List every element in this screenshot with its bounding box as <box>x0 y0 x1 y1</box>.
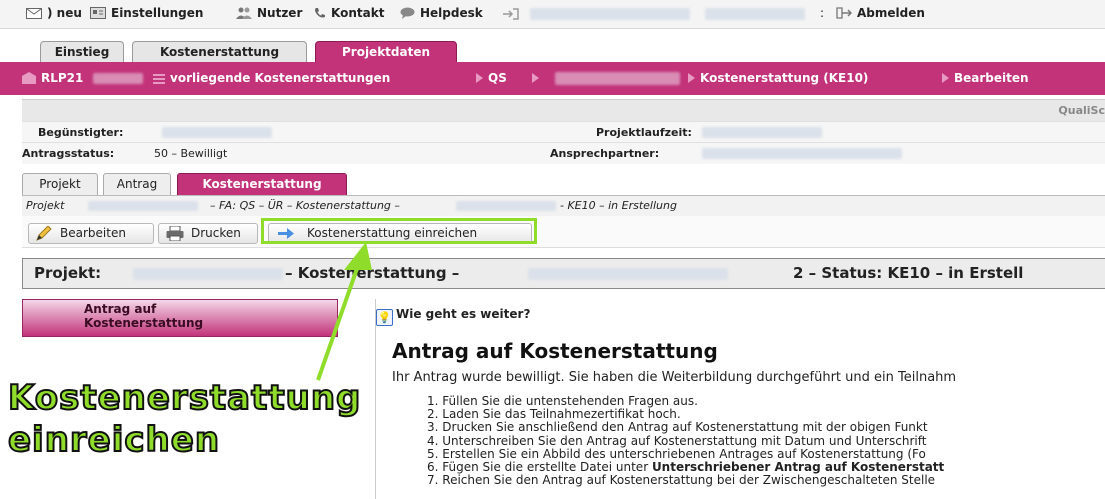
users-icon <box>236 7 252 19</box>
hint-label: Wie geht es weiter? <box>396 307 531 321</box>
list-item: 7. Reichen Sie den Antrag auf Kostenerst… <box>427 473 936 488</box>
phone-icon <box>315 8 325 18</box>
nav-helpdesk-label: Helpdesk <box>420 6 483 20</box>
breadcrumb-status: - KE10 – in Erstellung <box>560 199 677 212</box>
redacted-beguenstigter <box>162 127 272 138</box>
breadcrumb-middle: – FA: QS – ÜR – Kostenerstattung – <box>210 199 400 212</box>
sidebar-button-label: Antrag auf Kostenerstattung <box>84 302 203 330</box>
project-info: QualiSc Begünstigter: Projektlaufzeit: A… <box>22 99 1105 165</box>
antragsstatus-value: 50 – Bewilligt <box>154 147 228 160</box>
breadcrumb-project: Projekt <box>26 199 65 212</box>
project-bar: RLP21 vorliegende Kostenerstattungen QS … <box>0 62 1105 95</box>
annotation-text: Kostenerstattung einreichen <box>7 377 362 461</box>
status-heading: Projekt: – Kostenerstattung – 2 – Status… <box>22 258 1105 289</box>
nav-messages-label: ) neu <box>47 6 82 20</box>
qs-link[interactable]: QS <box>476 71 507 85</box>
project-link[interactable]: RLP21 <box>22 71 83 85</box>
sidebar-antrag-button[interactable]: Antrag auf Kostenerstattung <box>22 299 338 337</box>
tab-projektdaten[interactable]: Projektdaten <box>315 41 457 63</box>
qs-label: QS <box>488 71 507 85</box>
project-label: RLP21 <box>41 71 84 85</box>
redacted-username <box>530 8 690 20</box>
redacted-project-id <box>93 73 143 84</box>
nav-nutzer-label: Nutzer <box>257 6 303 20</box>
print-button[interactable]: Drucken <box>158 223 258 244</box>
logout-link[interactable]: Abmelden <box>836 6 925 20</box>
nav-einstellungen[interactable]: Einstellungen <box>90 6 203 20</box>
edit-button[interactable]: Bearbeiten <box>28 223 154 244</box>
current-ke-label: Kostenerstattung (KE10) <box>700 71 869 85</box>
list-item: 3. Drucken Sie anschließend den Antrag a… <box>427 420 928 435</box>
subtab-projekt[interactable]: Projekt <box>22 173 98 195</box>
redacted-status-project <box>133 268 283 280</box>
info-row-1: Begünstigter: Projektlaufzeit: <box>22 121 1105 143</box>
status-project: Projekt: <box>34 264 102 282</box>
top-navigation: ) neu Einstellungen Nutzer Kontakt Helpd… <box>0 0 1105 29</box>
next-steps-hint[interactable]: 💡 Wie geht es weiter? <box>376 307 530 326</box>
status-end: 2 – Status: KE10 – in Erstell <box>793 264 1024 282</box>
settings-icon <box>90 7 106 19</box>
redacted-organisation <box>705 8 805 20</box>
arrow-icon <box>476 73 483 83</box>
subtab-antrag[interactable]: Antrag <box>103 173 171 195</box>
projektlaufzeit-label: Projektlaufzeit: <box>596 126 692 139</box>
lightbulb-icon: 💡 <box>376 309 393 326</box>
record-breadcrumb: Projekt – FA: QS – ÜR – Kostenerstattung… <box>22 195 1105 217</box>
redacted-course-name <box>555 72 680 85</box>
nav-kontakt[interactable]: Kontakt <box>314 6 384 20</box>
tab-kostenerstattung[interactable]: Kostenerstattung <box>132 41 307 63</box>
ansprechpartner-label: Ansprechpartner: <box>550 147 660 160</box>
edit-label: Bearbeiten <box>954 71 1029 85</box>
current-ke-link[interactable]: Kostenerstattung (KE10) <box>688 71 868 85</box>
tab-einstieg[interactable]: Einstieg <box>40 41 124 63</box>
logout-label: Abmelden <box>857 6 925 20</box>
edit-link[interactable]: Bearbeiten <box>942 71 1029 85</box>
nav-einstellungen-label: Einstellungen <box>111 6 204 20</box>
redacted-project-number <box>88 201 198 211</box>
redacted-status-ke <box>528 268 728 280</box>
redacted-laufzeit <box>702 127 822 138</box>
pencil-icon <box>36 226 52 241</box>
step6-text: 6. Fügen Sie die erstellte Datei unter <box>427 459 652 474</box>
annotation-line2: einreichen <box>7 419 221 461</box>
print-button-label: Drucken <box>191 226 241 240</box>
sidebar-button-line2: Kostenerstattung <box>84 316 204 330</box>
qs-title: QualiSc <box>1058 104 1105 117</box>
chat-icon <box>400 7 415 19</box>
beguenstigter-label: Begünstigter: <box>38 126 124 139</box>
printer-icon <box>166 226 184 241</box>
arrow-icon <box>942 73 949 83</box>
list-icon <box>153 74 165 84</box>
arrow-icon <box>688 73 695 83</box>
list-label: vorliegende Kostenerstattungen <box>170 71 391 85</box>
redacted-ke-number <box>456 201 556 211</box>
nav-messages[interactable]: ) neu <box>26 6 82 20</box>
edit-button-label: Bearbeiten <box>60 226 126 240</box>
building-icon <box>22 72 36 84</box>
sidebar-button-line1: Antrag auf <box>84 302 157 316</box>
step6-bold: Unterschriebener Antrag auf Kostenerstat… <box>651 459 945 474</box>
info-row-2: Antragsstatus: 50 – Bewilligt Ansprechpa… <box>22 142 1105 164</box>
action-toolbar: Bearbeiten Drucken Kostenerstattung einr… <box>22 216 1105 248</box>
antragsstatus-label: Antragsstatus: <box>22 147 115 160</box>
nav-helpdesk[interactable]: Helpdesk <box>400 6 483 20</box>
mail-icon <box>26 8 42 19</box>
intro-text: Ihr Antrag wurde bewilligt. Sie haben di… <box>392 370 957 385</box>
login-icon <box>503 8 519 20</box>
main-content: 💡 Wie geht es weiter? Antrag auf Kostener… <box>375 299 1105 499</box>
annotation-line1: Kostenerstattung <box>7 377 362 419</box>
subtab-kostenerstattung[interactable]: Kostenerstattung <box>177 173 347 195</box>
steps-list: 1. Füllen Sie die untenstehenden Fragen … <box>427 394 945 488</box>
nav-separator: : <box>820 6 825 20</box>
breadcrumb-arrow <box>532 71 544 85</box>
qs-header: QualiSc <box>22 100 1105 121</box>
arrow-icon <box>532 73 539 83</box>
page-title: Antrag auf Kostenerstattung <box>392 339 718 363</box>
nav-nutzer[interactable]: Nutzer <box>236 6 302 20</box>
logout-icon <box>836 7 852 19</box>
nav-kontakt-label: Kontakt <box>331 6 385 20</box>
list-link[interactable]: vorliegende Kostenerstattungen <box>153 71 390 85</box>
redacted-ansprechpartner <box>702 148 902 159</box>
list-item: 4. Unterschreiben Sie den Antrag auf Kos… <box>427 433 927 448</box>
